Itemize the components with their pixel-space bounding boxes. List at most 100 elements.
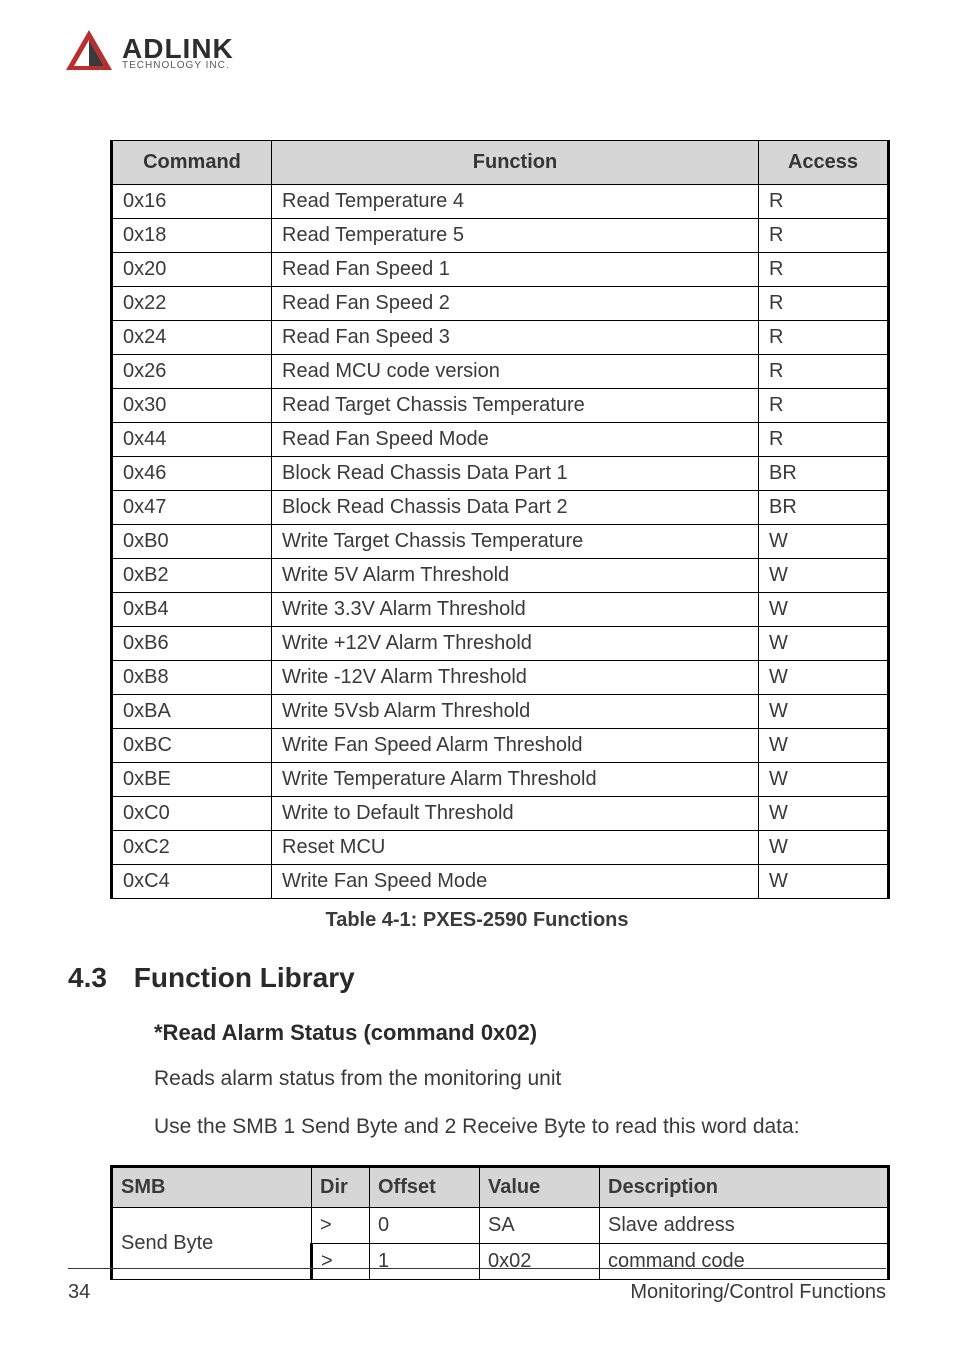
cell-fn: Read Temperature 5 <box>272 219 759 253</box>
cell-cmd: 0xB2 <box>112 559 272 593</box>
table-row: 0x46Block Read Chassis Data Part 1BR <box>112 457 889 491</box>
cell-cmd: 0xB6 <box>112 627 272 661</box>
cell-acc: W <box>759 559 889 593</box>
cell-cmd: 0x24 <box>112 321 272 355</box>
smb-table: SMB Dir Offset Value Description Send By… <box>110 1165 890 1280</box>
cell-cmd: 0x22 <box>112 287 272 321</box>
cell-fn: Read Temperature 4 <box>272 185 759 219</box>
cell-val: SA <box>480 1207 600 1243</box>
th-offset: Offset <box>370 1166 480 1207</box>
cell-cmd: 0xB8 <box>112 661 272 695</box>
cell-acc: W <box>759 865 889 899</box>
cell-acc: W <box>759 695 889 729</box>
cell-cmd: 0xBE <box>112 763 272 797</box>
cell-cmd: 0x18 <box>112 219 272 253</box>
table-caption: Table 4-1: PXES-2590 Functions <box>68 909 886 932</box>
cell-acc: BR <box>759 491 889 525</box>
cell-acc: R <box>759 287 889 321</box>
table-row: 0x16Read Temperature 4R <box>112 185 889 219</box>
cell-off: 0 <box>370 1207 480 1243</box>
cell-acc: R <box>759 389 889 423</box>
th-dir: Dir <box>312 1166 370 1207</box>
section-number: 4.3 <box>68 962 126 994</box>
functions-table: Command Function Access 0x16Read Tempera… <box>110 140 890 899</box>
table-row: 0x47Block Read Chassis Data Part 2BR <box>112 491 889 525</box>
cell-cmd: 0x44 <box>112 423 272 457</box>
cell-fn: Block Read Chassis Data Part 2 <box>272 491 759 525</box>
table-row: 0xB6Write +12V Alarm ThresholdW <box>112 627 889 661</box>
table-row: 0x44Read Fan Speed ModeR <box>112 423 889 457</box>
table-row: 0x26Read MCU code versionR <box>112 355 889 389</box>
cell-fn: Write 3.3V Alarm Threshold <box>272 593 759 627</box>
cell-acc: R <box>759 185 889 219</box>
cell-cmd: 0x30 <box>112 389 272 423</box>
cell-acc: W <box>759 593 889 627</box>
cell-fn: Write -12V Alarm Threshold <box>272 661 759 695</box>
page-footer: 34 Monitoring/Control Functions <box>68 1268 886 1304</box>
cell-cmd: 0xC4 <box>112 865 272 899</box>
page-number: 34 <box>68 1281 90 1304</box>
cell-acc: W <box>759 831 889 865</box>
table-row: 0x24Read Fan Speed 3R <box>112 321 889 355</box>
section-heading: 4.3 Function Library <box>68 962 886 994</box>
table-row: Send Byte > 0 SA Slave address <box>112 1207 889 1243</box>
table-row: 0xC2Reset MCUW <box>112 831 889 865</box>
table-row: 0xB4Write 3.3V Alarm ThresholdW <box>112 593 889 627</box>
cell-fn: Read Fan Speed 3 <box>272 321 759 355</box>
table-row: 0xBEWrite Temperature Alarm ThresholdW <box>112 763 889 797</box>
cell-fn: Write Fan Speed Mode <box>272 865 759 899</box>
table-row: 0x30Read Target Chassis TemperatureR <box>112 389 889 423</box>
table-row: 0x22Read Fan Speed 2R <box>112 287 889 321</box>
th-smb: SMB <box>112 1166 312 1207</box>
cell-acc: R <box>759 253 889 287</box>
table-row: 0x18Read Temperature 5R <box>112 219 889 253</box>
cell-acc: W <box>759 627 889 661</box>
logo: ADLINK TECHNOLOGY INC. <box>62 26 234 80</box>
th-command: Command <box>112 141 272 185</box>
cell-cmd: 0x47 <box>112 491 272 525</box>
logo-sub: TECHNOLOGY INC. <box>122 61 234 71</box>
cell-acc: W <box>759 525 889 559</box>
logo-icon <box>62 26 116 80</box>
table-row: 0xC0Write to Default ThresholdW <box>112 797 889 831</box>
cell-cmd: 0x46 <box>112 457 272 491</box>
table-row: 0xBCWrite Fan Speed Alarm ThresholdW <box>112 729 889 763</box>
cell-fn: Read Target Chassis Temperature <box>272 389 759 423</box>
table-row: 0x20Read Fan Speed 1R <box>112 253 889 287</box>
footer-title: Monitoring/Control Functions <box>630 1281 886 1304</box>
cell-fn: Write Target Chassis Temperature <box>272 525 759 559</box>
cell-fn: Read Fan Speed Mode <box>272 423 759 457</box>
cell-fn: Write Fan Speed Alarm Threshold <box>272 729 759 763</box>
cell-acc: R <box>759 423 889 457</box>
cell-acc: W <box>759 763 889 797</box>
cell-fn: Reset MCU <box>272 831 759 865</box>
paragraph: Use the SMB 1 Send Byte and 2 Receive By… <box>154 1112 884 1142</box>
cell-cmd: 0xBC <box>112 729 272 763</box>
table-row: 0xBAWrite 5Vsb Alarm ThresholdW <box>112 695 889 729</box>
cell-fn: Block Read Chassis Data Part 1 <box>272 457 759 491</box>
cell-cmd: 0x16 <box>112 185 272 219</box>
cell-fn: Write 5V Alarm Threshold <box>272 559 759 593</box>
cell-cmd: 0x26 <box>112 355 272 389</box>
cell-fn: Write to Default Threshold <box>272 797 759 831</box>
table-row: 0xB8Write -12V Alarm ThresholdW <box>112 661 889 695</box>
cell-acc: BR <box>759 457 889 491</box>
cell-cmd: 0xC2 <box>112 831 272 865</box>
table-row: 0xB0Write Target Chassis TemperatureW <box>112 525 889 559</box>
cell-cmd: 0xBA <box>112 695 272 729</box>
th-function: Function <box>272 141 759 185</box>
cell-cmd: 0x20 <box>112 253 272 287</box>
table-row: 0xB2Write 5V Alarm ThresholdW <box>112 559 889 593</box>
cell-desc: Slave address <box>600 1207 889 1243</box>
cell-cmd: 0xC0 <box>112 797 272 831</box>
cell-acc: W <box>759 729 889 763</box>
th-access: Access <box>759 141 889 185</box>
cell-fn: Read MCU code version <box>272 355 759 389</box>
cell-acc: R <box>759 355 889 389</box>
cell-fn: Read Fan Speed 2 <box>272 287 759 321</box>
table-row: 0xC4Write Fan Speed ModeW <box>112 865 889 899</box>
cell-dir: > <box>312 1207 370 1243</box>
cell-fn: Read Fan Speed 1 <box>272 253 759 287</box>
cell-cmd: 0xB0 <box>112 525 272 559</box>
cell-acc: W <box>759 797 889 831</box>
